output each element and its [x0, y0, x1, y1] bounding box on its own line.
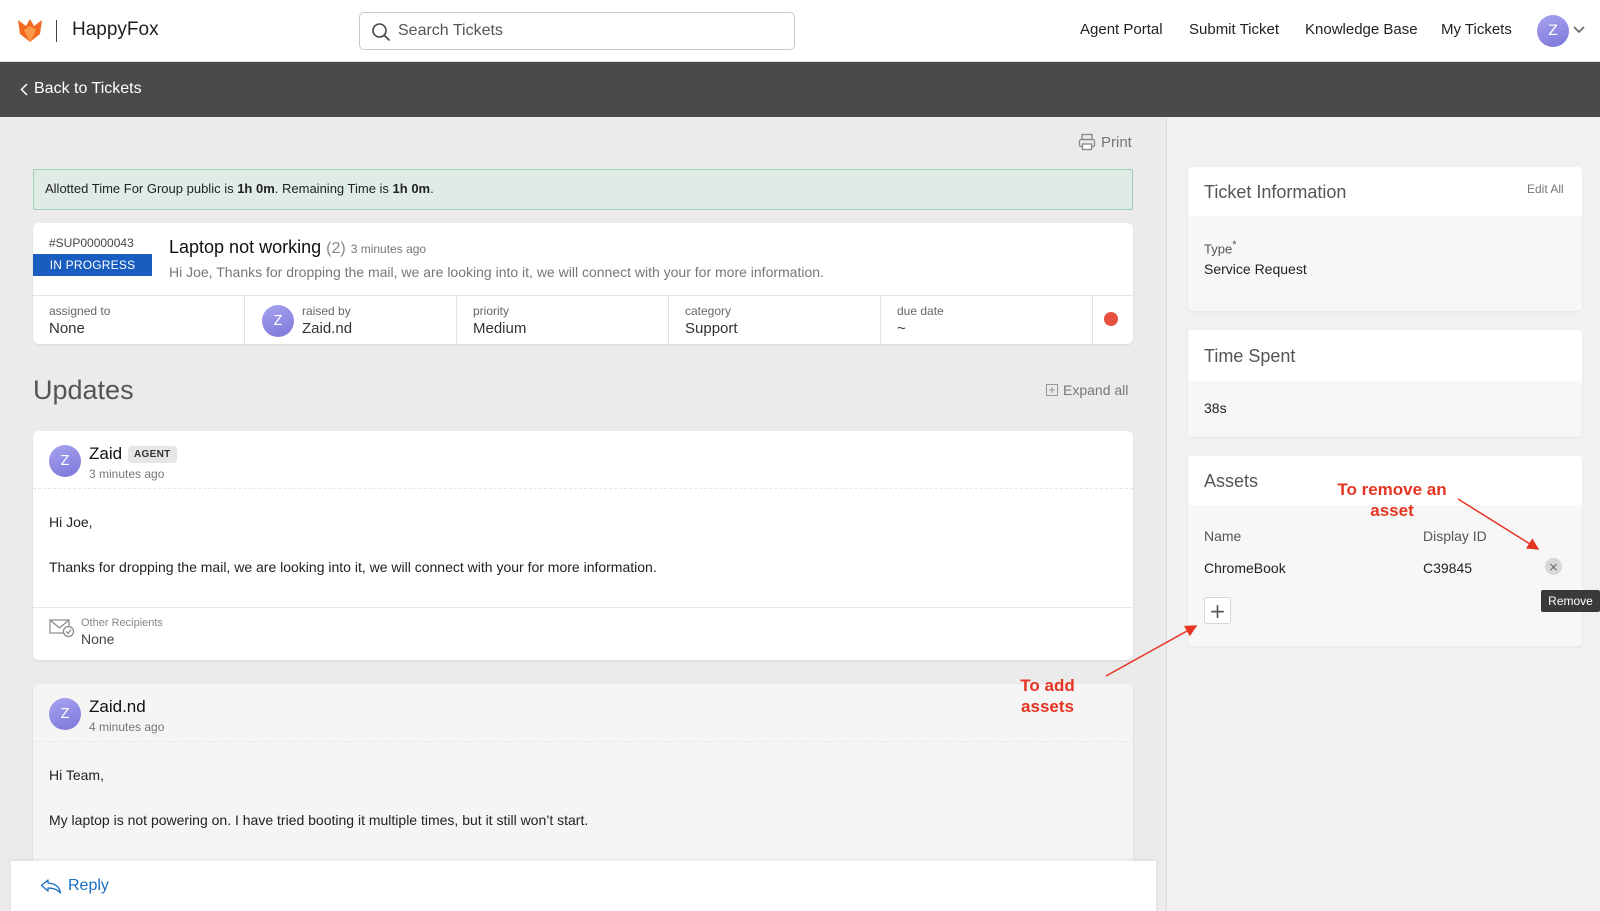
annotation-arrows: [1105, 498, 1540, 677]
arrow-to-add: [1105, 625, 1198, 677]
arrow-to-remove: [1457, 498, 1540, 550]
